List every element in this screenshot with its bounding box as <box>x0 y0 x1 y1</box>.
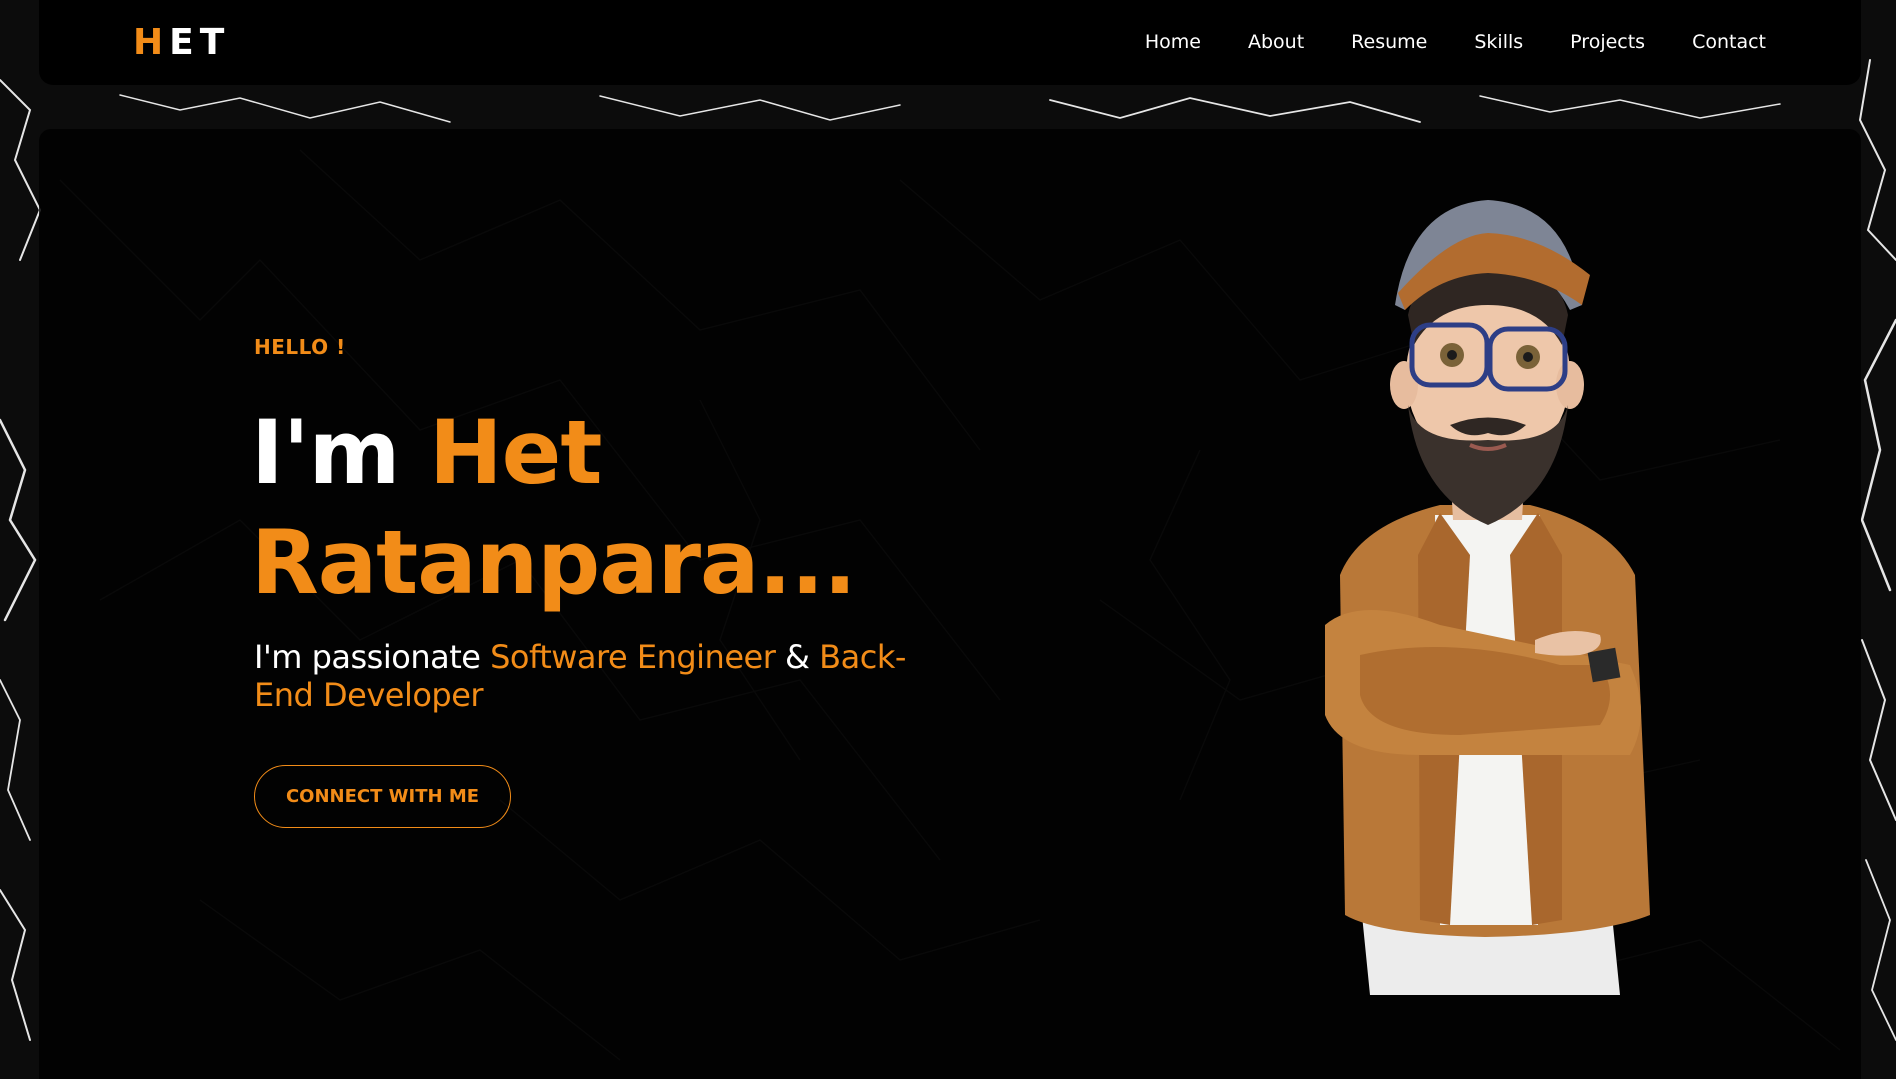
hero-greeting: HELLO ! <box>254 335 346 359</box>
nav-home-link[interactable]: Home <box>1145 28 1201 56</box>
navbar: HET Home About Resume Skills Projects Co… <box>39 0 1861 85</box>
tagline-ampersand: & <box>785 638 810 676</box>
site-logo[interactable]: HET <box>133 22 230 64</box>
nav-about-link[interactable]: About <box>1248 28 1304 56</box>
nav-skills-link[interactable]: Skills <box>1474 28 1523 56</box>
tagline-role-software: Software Engineer <box>490 638 776 676</box>
nav-resume-link[interactable]: Resume <box>1351 28 1427 56</box>
hero-headline: I'm Het Ratanpara... <box>251 398 971 618</box>
headline-last-name: Ratanpara... <box>251 511 857 614</box>
logo-initial: H <box>133 22 170 63</box>
headline-im: I'm <box>251 401 400 504</box>
nav-contact-link[interactable]: Contact <box>1692 28 1766 56</box>
tagline-prefix: I'm passionate <box>254 638 481 676</box>
nav-projects-link[interactable]: Projects <box>1570 28 1645 56</box>
avatar-3d-character-icon <box>1325 200 1650 995</box>
headline-first-name: Het <box>429 401 602 504</box>
hero-tagline: I'm passionate Software Engineer & Back-… <box>254 638 954 714</box>
logo-rest: ET <box>169 22 231 63</box>
main-nav: Home About Resume Skills Projects Contac… <box>1145 28 1766 56</box>
connect-with-me-button[interactable]: CONNECT WITH ME <box>254 765 511 828</box>
